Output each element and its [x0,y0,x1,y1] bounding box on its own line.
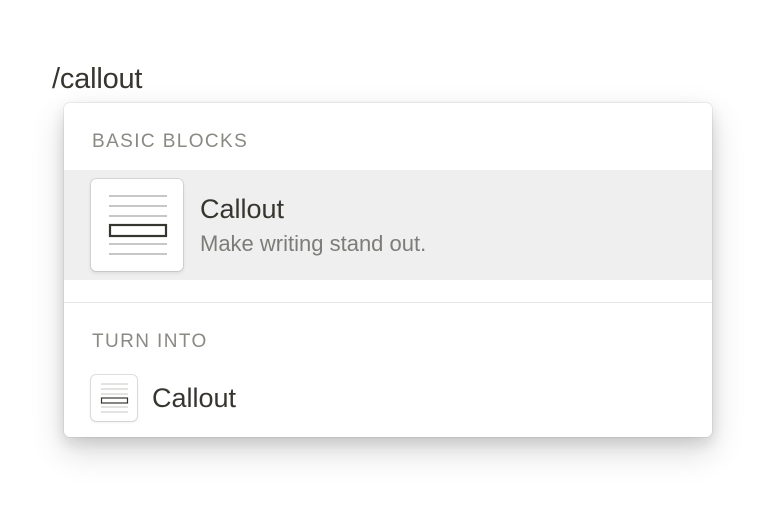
menu-item-title: Callout [200,194,285,224]
menu-item-turn-into-callout[interactable]: Callout [64,369,712,425]
section-divider [64,302,712,303]
slash-command-menu: BASIC BLOCKS Callout Make writing stand … [64,103,712,437]
callout-block-icon [91,375,137,421]
section-header-turn-into: TURN INTO [92,331,208,352]
menu-item-title: Callout [152,383,237,413]
menu-item-description: Make writing stand out. [200,231,427,256]
editor-page: /callout BASIC BLOCKS Callout Make writi… [0,0,762,508]
menu-item-callout[interactable]: Callout Make writing stand out. [64,170,712,280]
section-header-basic-blocks: BASIC BLOCKS [92,131,249,152]
slash-command-text[interactable]: /callout [52,60,142,98]
callout-block-icon [91,179,183,271]
